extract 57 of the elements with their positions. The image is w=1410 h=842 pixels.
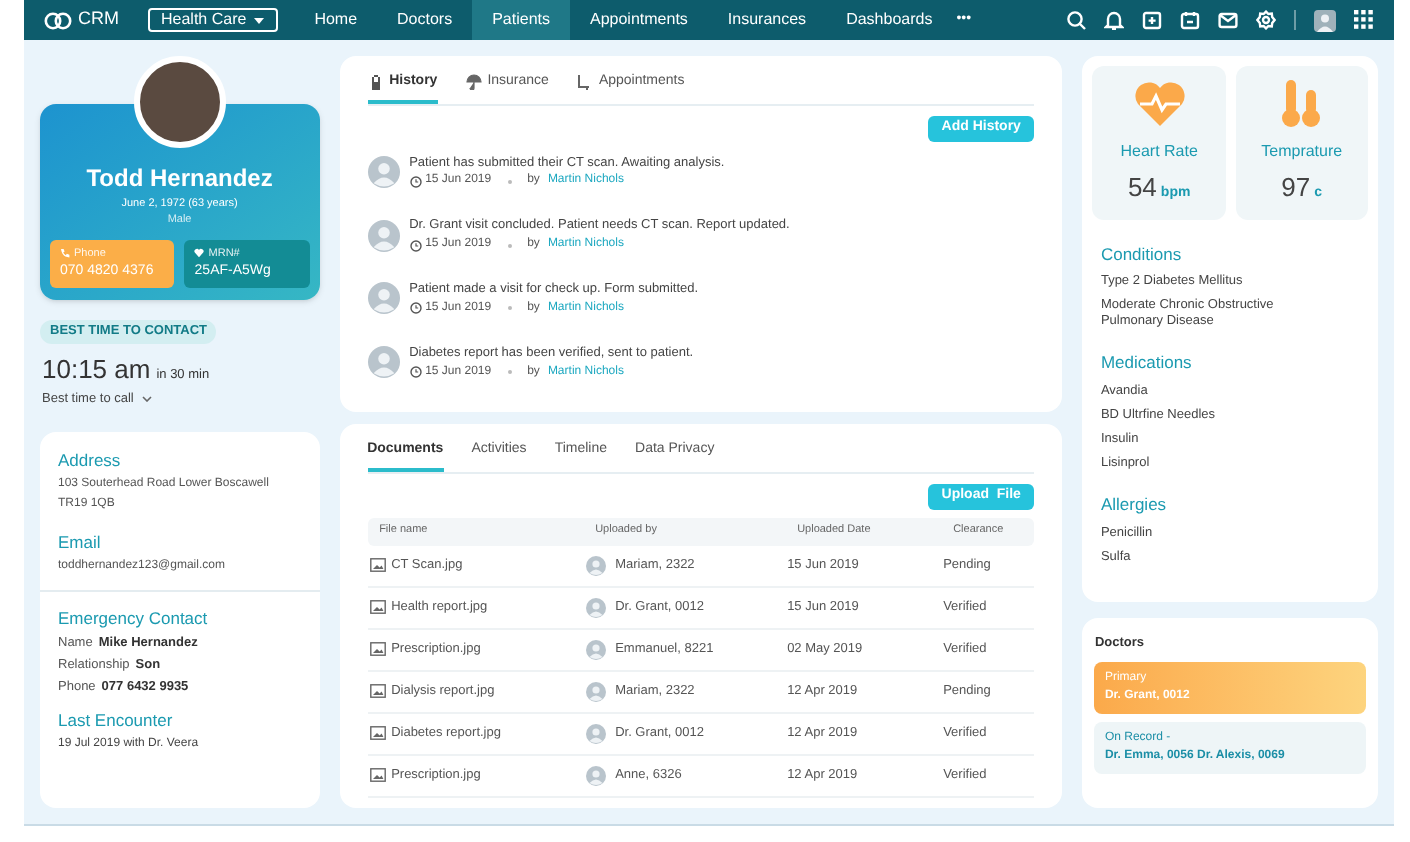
logo-icon <box>44 11 72 29</box>
heart-pulse-icon <box>1131 78 1188 130</box>
search-icon[interactable] <box>1066 10 1086 30</box>
nav-tab[interactable]: Home <box>294 0 378 40</box>
section-title: Address <box>58 448 123 474</box>
phone-icon <box>60 248 70 259</box>
patient-name: Todd Hernandez <box>84 164 275 192</box>
nav-tab[interactable]: Appointments <box>570 0 708 40</box>
section-title: Emergency Contact <box>58 605 210 631</box>
chevron-icon <box>141 395 152 402</box>
vital-value: 54 <box>1127 170 1157 206</box>
clock-icon <box>409 239 422 251</box>
avatar-icon <box>585 723 606 743</box>
caret-icon <box>254 17 265 23</box>
mail-icon[interactable] <box>1218 10 1238 30</box>
department-dropdown[interactable]: Health Care <box>147 8 279 32</box>
section-title: Email <box>58 530 103 556</box>
settings-icon[interactable] <box>1256 10 1276 30</box>
image-file-icon <box>369 642 386 656</box>
image-file-icon <box>369 558 386 572</box>
nav-tab[interactable]: Doctors <box>377 0 473 40</box>
section-title: Medications <box>1100 350 1194 376</box>
contact-time: 10:15 am <box>42 352 151 388</box>
clock-icon <box>409 302 422 315</box>
umbrella-icon <box>465 74 482 91</box>
profile-photo-placeholder <box>133 56 226 148</box>
section-title: Last Encounter <box>58 707 175 733</box>
vital-label: Temprature <box>1261 140 1343 164</box>
image-file-icon <box>369 600 386 614</box>
avatar-icon <box>367 346 400 379</box>
heart-icon <box>194 248 205 259</box>
section-title: Conditions <box>1100 241 1184 267</box>
vital-label: Heart Rate <box>1120 140 1198 164</box>
avatar-icon <box>585 597 606 617</box>
section-title: Allergies <box>1100 492 1169 518</box>
image-file-icon <box>369 726 386 740</box>
clock-icon <box>409 366 422 378</box>
avatar-icon <box>367 219 400 252</box>
image-file-icon <box>369 684 386 698</box>
add-note-icon[interactable] <box>1142 10 1162 30</box>
avatar-icon <box>367 282 400 315</box>
image-file-icon <box>369 768 386 782</box>
avatar-icon <box>367 155 400 188</box>
avatar-icon <box>585 555 606 575</box>
avatar-icon <box>585 639 606 659</box>
user-avatar-icon[interactable] <box>1314 9 1336 31</box>
apps-grid-icon[interactable] <box>1354 10 1374 30</box>
nav-tab[interactable]: Dashboards <box>826 0 953 40</box>
calendar-icon[interactable] <box>1180 10 1200 30</box>
avatar-icon <box>585 681 606 701</box>
bell-icon[interactable] <box>1104 10 1124 30</box>
clock-icon <box>409 175 422 188</box>
logo-text: CRM <box>78 6 119 33</box>
nav-tab[interactable]: Patients <box>472 0 570 40</box>
nav-tab[interactable]: Insurances <box>707 0 827 40</box>
avatar-icon <box>585 765 606 785</box>
vital-value: 97 <box>1281 170 1311 206</box>
